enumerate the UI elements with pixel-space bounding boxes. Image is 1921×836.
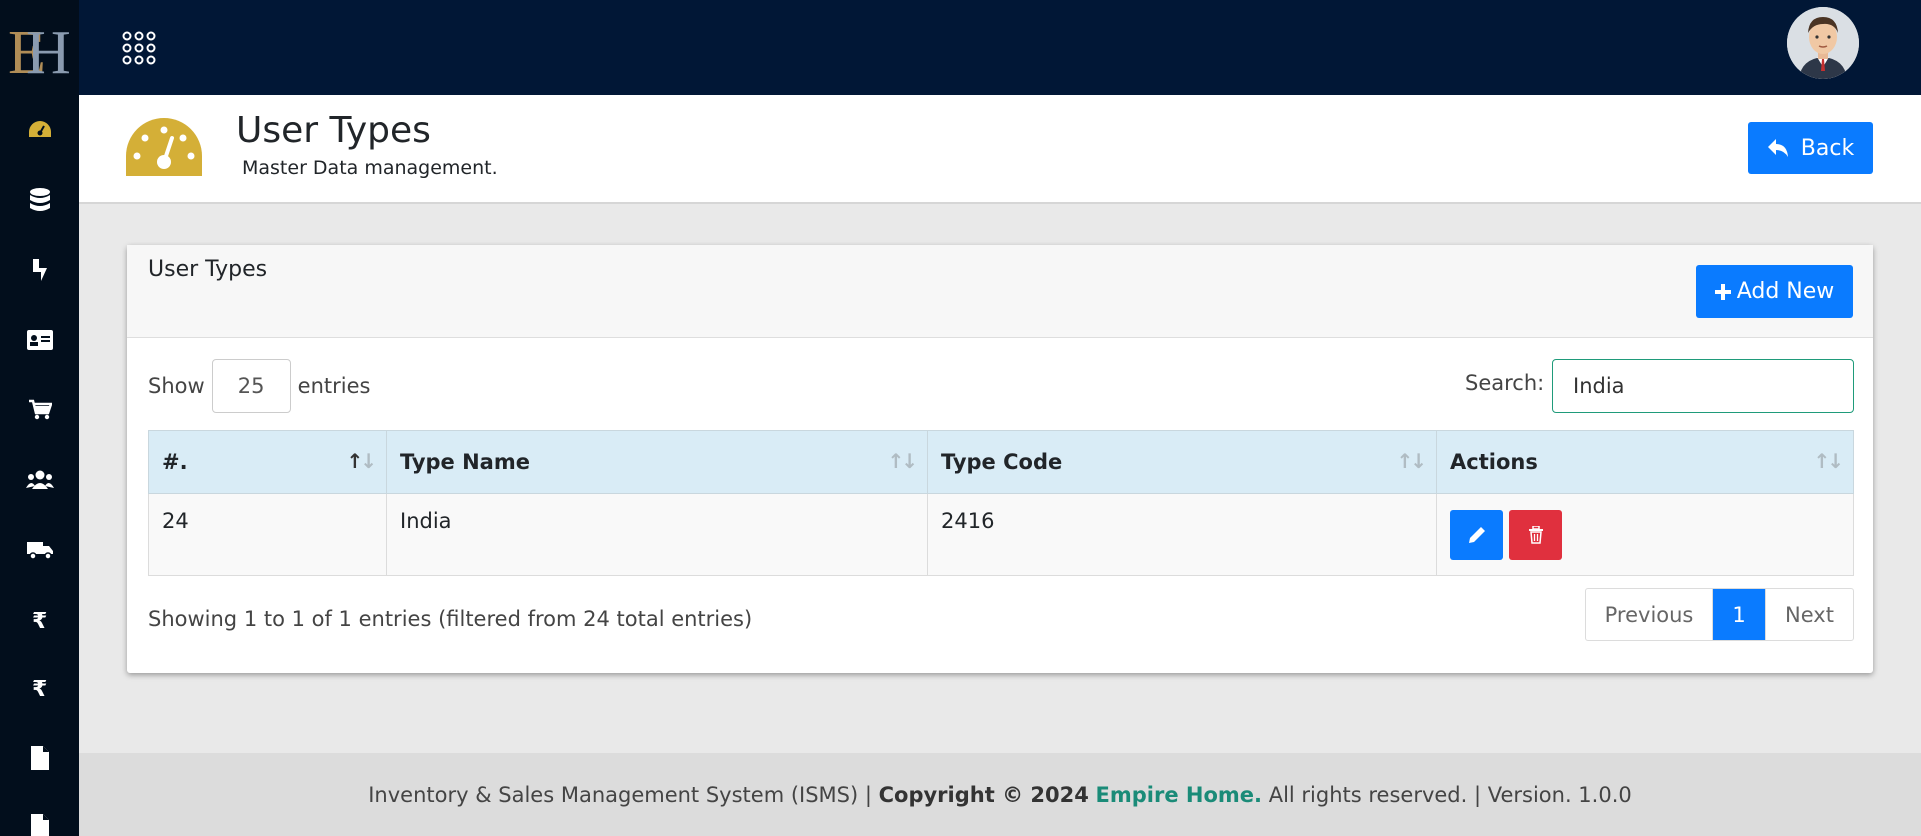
brand-icon[interactable] [0, 250, 79, 290]
entries-select[interactable]: 25 [211, 359, 291, 413]
id-card-icon[interactable] [0, 320, 79, 360]
footer-system: Inventory & Sales Management System (ISM… [368, 782, 872, 807]
page-subtitle: Master Data management. [242, 157, 498, 179]
apps-grid-icon[interactable] [121, 30, 157, 66]
sidebar: E H ₹ ₹ [0, 0, 79, 836]
cell-type-name: India [386, 493, 928, 576]
page-1-button[interactable]: 1 [1713, 589, 1765, 640]
footer-rights: All rights reserved. | Version. 1.0.0 [1268, 782, 1632, 807]
cell-type-code: 2416 [927, 493, 1437, 576]
column-header-actions[interactable]: Actions ↑↓ [1436, 430, 1854, 494]
file-icon[interactable] [0, 806, 79, 836]
column-header-type-code[interactable]: Type Code ↑↓ [927, 430, 1437, 494]
column-header-number[interactable]: #. ↑↓ [148, 430, 387, 494]
page-title: User Types [236, 110, 431, 151]
show-label: Show [148, 374, 205, 398]
user-types-table: #. ↑↓ Type Name ↑↓ Type Code ↑↓ Actions … [148, 430, 1854, 576]
dashboard-gauge-icon [125, 116, 203, 180]
footer-company-link[interactable]: Empire Home. [1096, 783, 1262, 807]
plus-icon [1714, 283, 1731, 300]
logo-icon: E H [3, 12, 76, 83]
database-icon[interactable] [0, 180, 79, 220]
page-length-control: Show 25 entries [148, 359, 370, 413]
search-label: Search: [1465, 371, 1545, 395]
next-page-button[interactable]: Next [1765, 589, 1853, 640]
reply-icon [1767, 139, 1788, 157]
rupee-icon[interactable]: ₹ [0, 668, 79, 708]
previous-page-button[interactable]: Previous [1586, 589, 1713, 640]
cell-actions [1436, 493, 1854, 576]
brand-logo[interactable]: E H [0, 0, 79, 95]
column-header-type-name[interactable]: Type Name ↑↓ [386, 430, 928, 494]
top-navbar [79, 0, 1921, 95]
rupee-icon[interactable]: ₹ [0, 600, 79, 640]
footer: Inventory & Sales Management System (ISM… [79, 753, 1921, 836]
search-input[interactable] [1552, 359, 1854, 413]
card-title: User Types [148, 257, 268, 282]
pencil-icon [1468, 527, 1485, 543]
delete-button[interactable] [1509, 510, 1562, 560]
user-types-card: User Types Add New Show 25 entries Searc… [127, 245, 1873, 673]
back-button[interactable]: Back [1748, 122, 1873, 174]
cell-number: 24 [148, 493, 387, 576]
footer-copyright: Copyright © 2024 [878, 782, 1089, 807]
page-header: User Types Master Data management. Back [79, 95, 1921, 204]
user-avatar[interactable] [1787, 7, 1859, 79]
file-icon[interactable] [0, 738, 79, 778]
truck-icon[interactable] [0, 530, 79, 570]
svg-text:₹: ₹ [32, 677, 47, 700]
table-info: Showing 1 to 1 of 1 entries (filtered fr… [148, 607, 753, 631]
svg-text:₹: ₹ [32, 609, 47, 632]
table-header-row: #. ↑↓ Type Name ↑↓ Type Code ↑↓ Actions … [148, 430, 1854, 494]
edit-button[interactable] [1450, 510, 1503, 560]
dashboard-icon[interactable] [0, 110, 79, 150]
sort-icon: ↑↓ [1813, 449, 1843, 473]
sort-asc-icon: ↑↓ [346, 449, 376, 473]
add-new-button[interactable]: Add New [1696, 265, 1853, 318]
svg-text:H: H [26, 19, 71, 83]
sort-icon: ↑↓ [887, 449, 917, 473]
cart-icon[interactable] [0, 390, 79, 430]
trash-icon [1528, 526, 1543, 544]
back-label: Back [1800, 135, 1855, 161]
pagination: Previous 1 Next [1585, 588, 1854, 641]
entries-label: entries [297, 374, 371, 398]
sort-icon: ↑↓ [1396, 449, 1426, 473]
users-icon[interactable] [0, 460, 79, 500]
card-header: User Types Add New [127, 245, 1873, 338]
add-new-label: Add New [1736, 279, 1835, 304]
table-row: 24 India 2416 [148, 493, 1854, 576]
